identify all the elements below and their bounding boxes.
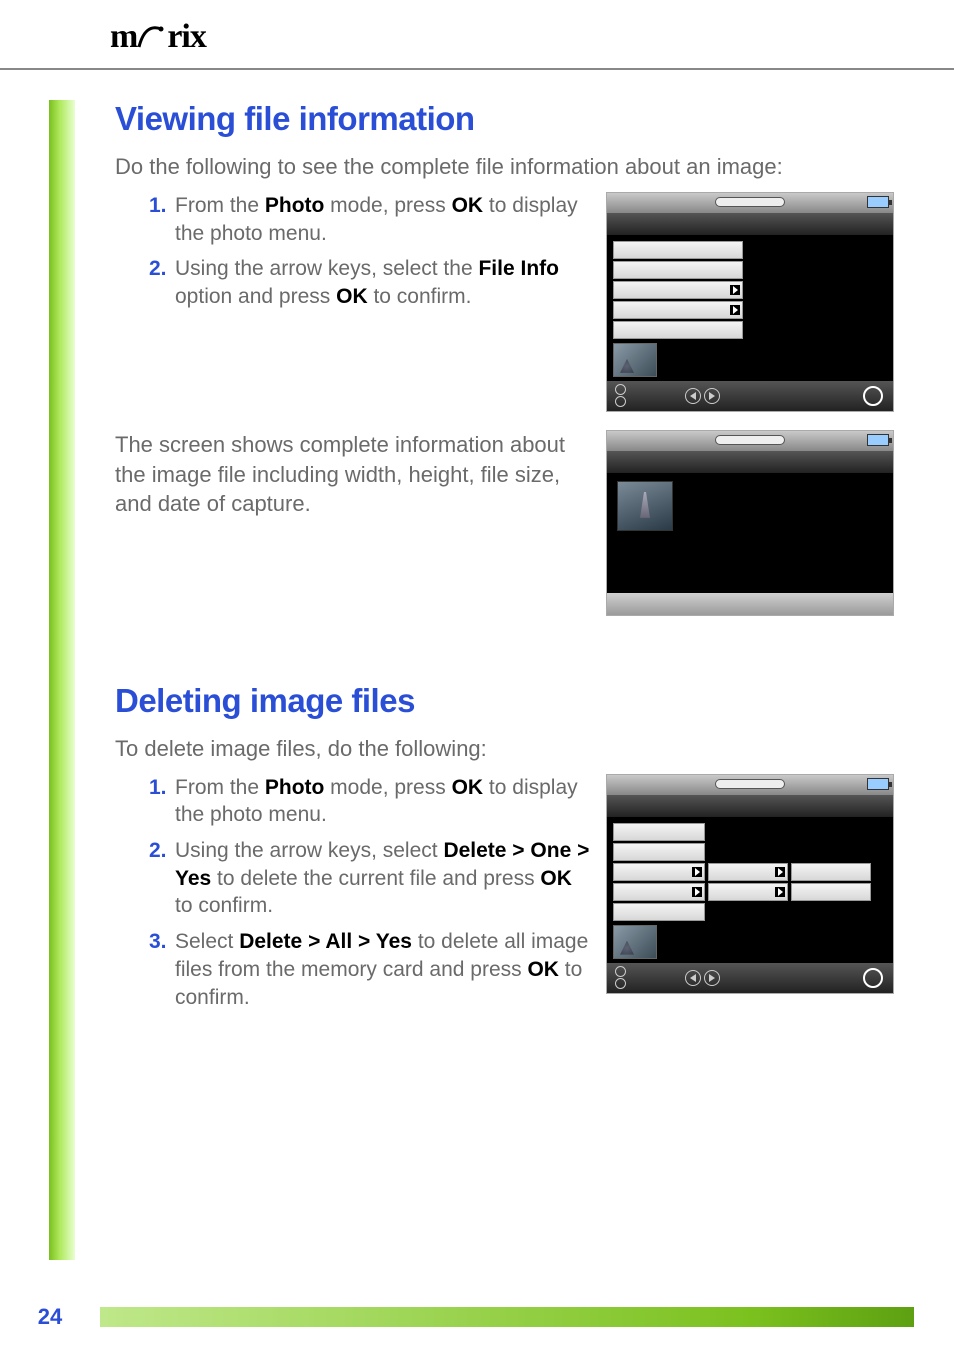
confirm-item <box>791 863 871 881</box>
arrow-right-icon <box>692 867 702 877</box>
step-text: Using the arrow keys, select Delete > On… <box>175 837 592 920</box>
nav-left-icon <box>685 970 701 986</box>
nav-left-icon <box>685 388 701 404</box>
ss-info-bar <box>607 593 893 615</box>
small-icon <box>615 384 626 395</box>
footer-accent-bar <box>100 1307 914 1327</box>
small-icon <box>615 396 626 407</box>
ok-circle-icon <box>863 386 883 406</box>
step-text: From the Photo mode, press OK to display… <box>175 774 592 829</box>
battery-icon <box>867 434 889 446</box>
page-number: 24 <box>0 1304 100 1330</box>
arrow-right-icon <box>692 887 702 897</box>
ss-status-bar <box>607 431 893 451</box>
device-screenshot-fileinfo <box>606 430 894 616</box>
arrow-right-icon <box>730 305 740 315</box>
step-2-3: 3. Select Delete > All > Yes to delete a… <box>115 928 592 1011</box>
menu-item <box>613 321 743 339</box>
step-text: From the Photo mode, press OK to display… <box>175 192 592 247</box>
menu-item <box>613 903 705 921</box>
thumbnail-icon <box>613 925 657 959</box>
arrow-right-icon <box>775 867 785 877</box>
brand-logo: mrix <box>110 18 206 55</box>
step-text: Using the arrow keys, select the File In… <box>175 255 592 310</box>
step-number: 1. <box>149 192 175 247</box>
battery-icon <box>867 778 889 790</box>
battery-icon <box>867 196 889 208</box>
device-screenshot-menu <box>606 192 894 412</box>
arrow-right-icon <box>730 285 740 295</box>
ss-status-bar <box>607 775 893 795</box>
confirm-item <box>791 883 871 901</box>
ss-body <box>607 817 893 963</box>
green-accent-bar <box>49 100 75 1260</box>
nav-right-icon <box>704 970 720 986</box>
menu-item <box>613 261 743 279</box>
small-icon <box>615 966 626 977</box>
ss-bottom-bar <box>607 963 893 993</box>
logo-area: mrix <box>0 0 954 64</box>
page-footer: 24 <box>0 1304 954 1330</box>
image-thumbnail <box>617 481 673 531</box>
menu-item <box>613 281 743 299</box>
ss-body <box>607 473 893 593</box>
step-number: 2. <box>149 837 175 920</box>
ss-bottom-bar <box>607 381 893 411</box>
section-heading-viewing: Viewing file information <box>115 100 894 138</box>
step-2-2: 2. Using the arrow keys, select Delete >… <box>115 837 592 920</box>
arrow-right-icon <box>775 887 785 897</box>
section-heading-deleting: Deleting image files <box>115 682 894 720</box>
ss-body <box>607 235 893 381</box>
nav-right-icon <box>704 388 720 404</box>
left-margin <box>0 70 85 1260</box>
menu-item <box>613 301 743 319</box>
step-number: 3. <box>149 928 175 1011</box>
step-1-2: 2. Using the arrow keys, select the File… <box>115 255 592 310</box>
menu-item <box>613 823 705 841</box>
step-1-1: 1. From the Photo mode, press OK to disp… <box>115 192 592 247</box>
device-screenshot-delete <box>606 774 894 994</box>
step-number: 2. <box>149 255 175 310</box>
ss-status-bar <box>607 193 893 213</box>
ss-title-bar <box>607 451 893 473</box>
section2-intro: To delete image files, do the following: <box>115 734 894 764</box>
step-number: 1. <box>149 774 175 829</box>
menu-item <box>613 241 743 259</box>
submenu-item <box>708 883 788 901</box>
section1-steps: 1. From the Photo mode, press OK to disp… <box>115 192 592 319</box>
small-icon <box>615 978 626 989</box>
menu-item <box>613 883 705 901</box>
ok-circle-icon <box>863 968 883 988</box>
menu-item <box>613 843 705 861</box>
section1-description: The screen shows complete information ab… <box>115 430 592 519</box>
section1-intro: Do the following to see the complete fil… <box>115 152 894 182</box>
step-2-1: 1. From the Photo mode, press OK to disp… <box>115 774 592 829</box>
ss-title-bar <box>607 213 893 235</box>
submenu-item <box>708 863 788 881</box>
ss-title-bar <box>607 795 893 817</box>
section2-steps: 1. From the Photo mode, press OK to disp… <box>115 774 592 1020</box>
thumbnail-icon <box>613 343 657 377</box>
menu-item <box>613 863 705 881</box>
step-text: Select Delete > All > Yes to delete all … <box>175 928 592 1011</box>
